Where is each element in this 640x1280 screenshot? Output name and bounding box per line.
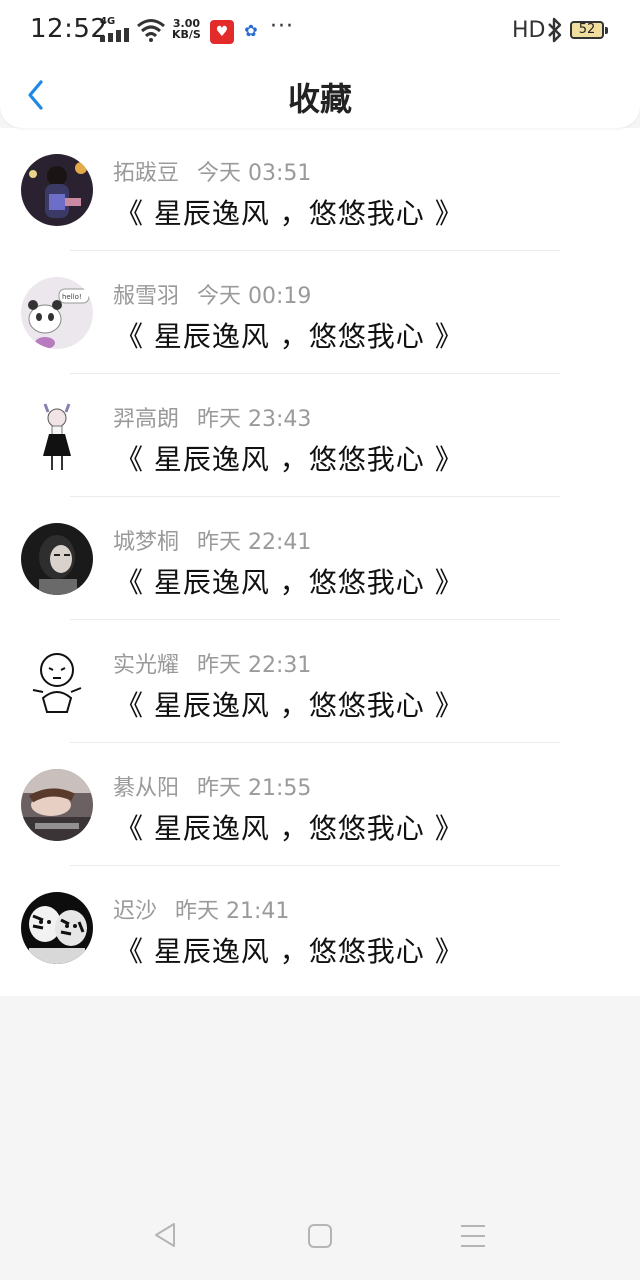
avatar[interactable]: hello!	[21, 277, 93, 349]
wifi-icon	[137, 19, 165, 42]
network-speed: 3.00 KB/S	[172, 18, 201, 40]
list-item[interactable]: 迟沙 昨天 21:41 《 星辰逸风 ，悠悠我心 》	[0, 866, 640, 989]
network-type: 4G	[100, 16, 116, 27]
avatar[interactable]	[21, 523, 93, 595]
menu-lines-icon[interactable]	[460, 1224, 486, 1248]
more-notifications-icon: ···	[270, 14, 294, 39]
list-item[interactable]: 綦从阳 昨天 21:55 《 星辰逸风 ，悠悠我心 》	[0, 743, 640, 866]
sender-name: 赧雪羽	[113, 284, 180, 309]
avatar[interactable]	[21, 892, 93, 964]
timestamp: 昨天 22:41	[197, 530, 312, 555]
list-item[interactable]: 拓跋豆 今天 03:51 《 星辰逸风 ，悠悠我心 》	[0, 128, 640, 251]
status-bar: 12:52 4G 3.00 KB/S ♥ ✿ ··· HD 52	[0, 0, 640, 62]
favorites-list: 拓跋豆 今天 03:51 《 星辰逸风 ，悠悠我心 》 hello! 赧雪羽 今天 …	[0, 128, 640, 996]
app-notification-icon: ♥	[210, 20, 234, 44]
status-time: 12:52	[30, 14, 108, 44]
list-item[interactable]: hello! 赧雪羽 今天 00:19 《 星辰逸风 ，悠悠我心 》	[0, 251, 640, 374]
svg-text:hello!: hello!	[62, 293, 82, 301]
avatar[interactable]	[21, 769, 93, 841]
hd-label: HD	[512, 18, 546, 43]
timestamp: 昨天 23:43	[197, 407, 312, 432]
item-meta: 城梦桐 昨天 22:41	[113, 524, 311, 556]
list-item[interactable]: 羿高朗 昨天 23:43 《 星辰逸风 ，悠悠我心 》	[0, 374, 640, 497]
item-meta: 实光耀 昨天 22:31	[113, 647, 311, 679]
battery-indicator: 52	[570, 21, 608, 39]
list-item[interactable]: 城梦桐 昨天 22:41 《 星辰逸风 ，悠悠我心 》	[0, 497, 640, 620]
network-speed-unit: KB/S	[172, 28, 201, 41]
avatar[interactable]	[21, 646, 93, 718]
item-meta: 羿高朗 昨天 23:43	[113, 401, 311, 433]
item-meta: 迟沙 昨天 21:41	[113, 893, 289, 925]
message-text: 《 星辰逸风 ，悠悠我心 》	[115, 812, 464, 845]
timestamp: 今天 03:51	[197, 161, 312, 186]
square-home-icon[interactable]	[308, 1224, 332, 1248]
bluetooth-icon	[548, 17, 562, 43]
sender-name: 綦从阳	[113, 776, 180, 801]
signal-icon	[100, 28, 129, 42]
sender-name: 城梦桐	[113, 530, 180, 555]
avatar[interactable]	[21, 154, 93, 226]
item-meta: 綦从阳 昨天 21:55	[113, 770, 311, 802]
timestamp: 昨天 21:55	[197, 776, 312, 801]
sender-name: 羿高朗	[113, 407, 180, 432]
triangle-back-icon[interactable]	[150, 1220, 180, 1250]
message-text: 《 星辰逸风 ，悠悠我心 》	[115, 320, 464, 353]
message-text: 《 星辰逸风 ，悠悠我心 》	[115, 566, 464, 599]
list-item[interactable]: 实光耀 昨天 22:31 《 星辰逸风 ，悠悠我心 》	[0, 620, 640, 743]
header-bar: 收藏	[0, 62, 640, 128]
message-text: 《 星辰逸风 ，悠悠我心 》	[115, 197, 464, 230]
sender-name: 拓跋豆	[113, 161, 180, 186]
system-nav-bar	[0, 1190, 640, 1280]
sender-name: 实光耀	[113, 653, 180, 678]
item-meta: 赧雪羽 今天 00:19	[113, 278, 311, 310]
timestamp: 昨天 21:41	[175, 899, 290, 924]
baidu-paw-icon: ✿	[244, 21, 258, 40]
message-text: 《 星辰逸风 ，悠悠我心 》	[115, 443, 464, 476]
message-text: 《 星辰逸风 ，悠悠我心 》	[115, 935, 464, 968]
sender-name: 迟沙	[113, 899, 158, 924]
avatar[interactable]	[21, 400, 93, 472]
message-text: 《 星辰逸风 ，悠悠我心 》	[115, 689, 464, 722]
page-title: 收藏	[287, 80, 352, 118]
item-meta: 拓跋豆 今天 03:51	[113, 155, 311, 187]
timestamp: 今天 00:19	[197, 284, 312, 309]
timestamp: 昨天 22:31	[197, 653, 312, 678]
